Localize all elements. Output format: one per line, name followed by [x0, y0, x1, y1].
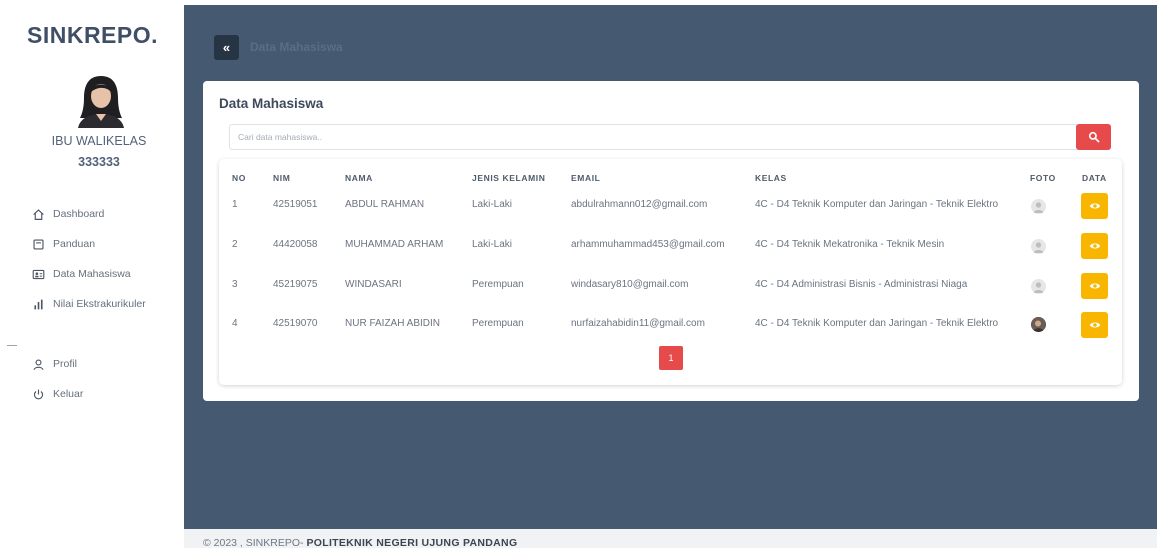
data-card: Data Mahasiswa NO NIM NAMA JENIS KELAMIN… — [203, 81, 1139, 401]
column-header-jenis-kelamin: JENIS KELAMIN — [472, 173, 546, 183]
user-icon — [31, 357, 45, 371]
search-button[interactable] — [1076, 124, 1111, 150]
search-input[interactable] — [229, 124, 1077, 150]
student-photo — [1031, 279, 1046, 294]
eye-icon — [1089, 322, 1100, 328]
cell-nama: WINDASARI — [345, 279, 402, 290]
sidebar: SINKREPO. IBU WALIKELAS 333333 Dashboard… — [0, 0, 184, 548]
cell-kelas: 4C - D4 Teknik Komputer dan Jaringan - T… — [755, 318, 999, 329]
search-icon — [1088, 131, 1099, 143]
cell-jenis-kelamin: Perempuan — [472, 279, 524, 290]
cell-nim: 42519070 — [273, 318, 318, 329]
sidebar-item-nilai-ekstrakurikuler[interactable]: Nilai Ekstrakurikuler — [31, 295, 146, 313]
sidebar-item-label: Data Mahasiswa — [53, 268, 131, 280]
view-data-button[interactable] — [1081, 312, 1108, 338]
brand-logo[interactable]: SINKREPO. — [27, 22, 158, 49]
sidebar-item-data-mahasiswa[interactable]: Data Mahasiswa — [31, 265, 131, 283]
cell-kelas: 4C - D4 Teknik Komputer dan Jaringan - T… — [755, 199, 999, 210]
eye-icon — [1089, 283, 1100, 289]
sidebar-item-panduan[interactable]: Panduan — [31, 235, 95, 253]
cell-kelas: 4C - D4 Administrasi Bisnis - Administra… — [755, 279, 968, 290]
cell-no: 3 — [232, 279, 238, 290]
bar-chart-icon — [31, 297, 45, 311]
cell-kelas: 4C - D4 Teknik Mekatronika - Teknik Mesi… — [755, 239, 945, 250]
view-data-button[interactable] — [1081, 193, 1108, 219]
footer-org: POLITEKNIK NEGERI UJUNG PANDANG — [306, 537, 518, 548]
sidebar-toggle-button[interactable]: « — [214, 35, 239, 60]
eye-icon — [1089, 203, 1100, 209]
student-photo — [1031, 317, 1046, 332]
students-table: NO NIM NAMA JENIS KELAMIN EMAIL KELAS FO… — [219, 159, 1122, 385]
column-header-kelas: KELAS — [755, 173, 787, 183]
column-header-no: NO — [232, 173, 246, 183]
cell-no: 4 — [232, 318, 238, 329]
book-icon — [31, 237, 45, 251]
user-id: 333333 — [78, 155, 120, 169]
cell-jenis-kelamin: Perempuan — [472, 318, 524, 329]
footer: © 2023 , SINKREPO- POLITEKNIK NEGERI UJU… — [184, 529, 1157, 548]
cell-nama: NUR FAIZAH ABIDIN — [345, 318, 441, 329]
cell-email: windasary810@gmail.com — [571, 279, 689, 290]
sidebar-item-label: Panduan — [53, 238, 96, 250]
sidebar-item-keluar[interactable]: Keluar — [31, 385, 83, 403]
cell-nim: 45219075 — [273, 279, 318, 290]
sidebar-item-label: Profil — [53, 358, 77, 370]
cell-no: 1 — [232, 199, 238, 210]
student-photo — [1031, 199, 1046, 214]
sidebar-item-label: Keluar — [53, 388, 84, 400]
view-data-button[interactable] — [1081, 273, 1108, 299]
eye-icon — [1089, 243, 1100, 249]
column-header-email: EMAIL — [571, 173, 601, 183]
card-title: Data Mahasiswa — [219, 96, 324, 111]
cell-nim: 44420058 — [273, 239, 318, 250]
student-photo — [1031, 239, 1046, 254]
cell-jenis-kelamin: Laki-Laki — [472, 199, 513, 210]
footer-copyright: © 2023 , SINKREPO- — [203, 537, 307, 548]
id-card-icon — [31, 267, 45, 281]
column-header-data: DATA — [1082, 173, 1107, 183]
column-header-foto: FOTO — [1030, 173, 1056, 183]
cell-jenis-kelamin: Laki-Laki — [472, 239, 513, 250]
page-title: Data Mahasiswa — [250, 40, 343, 54]
cell-nim: 42519051 — [273, 199, 318, 210]
user-role: IBU WALIKELAS — [51, 134, 147, 148]
column-header-nim: NIM — [273, 173, 291, 183]
main-content: « Data Mahasiswa Data Mahasiswa NO NIM N… — [184, 5, 1157, 529]
cell-nama: MUHAMMAD ARHAM — [345, 239, 444, 250]
cell-email: abdulrahmann012@gmail.com — [571, 199, 708, 210]
avatar — [78, 76, 124, 128]
pagination-page-button[interactable]: 1 — [659, 346, 683, 370]
footer-text: © 2023 , SINKREPO- POLITEKNIK NEGERI UJU… — [203, 537, 517, 548]
sidebar-divider — [7, 345, 17, 346]
view-data-button[interactable] — [1081, 233, 1108, 259]
column-header-nama: NAMA — [345, 173, 373, 183]
power-icon — [31, 387, 45, 401]
cell-email: arhammuhammad453@gmail.com — [571, 239, 725, 250]
sidebar-item-dashboard[interactable]: Dashboard — [31, 205, 104, 223]
cell-no: 2 — [232, 239, 238, 250]
home-icon — [31, 207, 45, 221]
sidebar-item-label: Dashboard — [53, 208, 105, 220]
cell-nama: ABDUL RAHMAN — [345, 199, 425, 210]
sidebar-item-profil[interactable]: Profil — [31, 355, 77, 373]
cell-email: nurfaizahabidin11@gmail.com — [571, 318, 705, 329]
sidebar-item-label: Nilai Ekstrakurikuler — [53, 298, 146, 310]
